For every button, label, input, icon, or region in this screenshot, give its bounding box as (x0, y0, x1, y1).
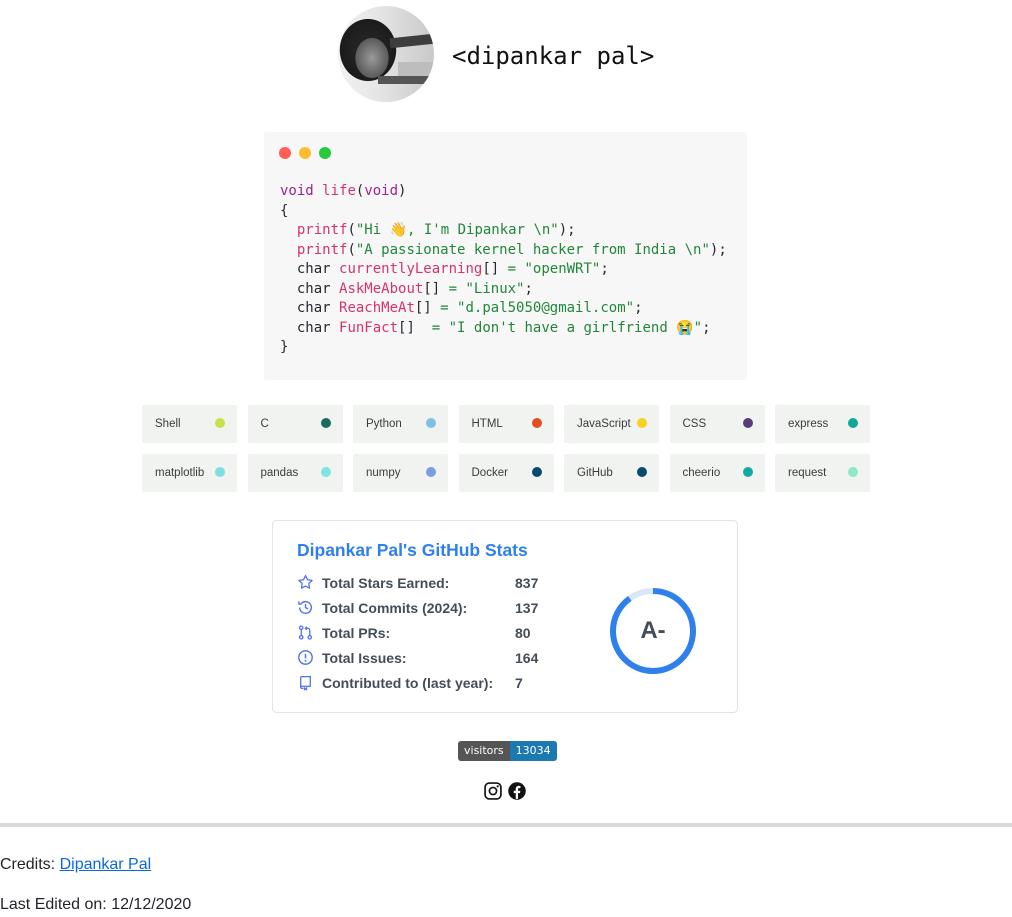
stat-row: Total Issues: 164 (297, 648, 577, 668)
color-dot-icon (531, 418, 542, 428)
code-window: void life(void) { printf("Hi 👋, I'm Dipa… (264, 132, 747, 380)
tech-label: GitHub (577, 467, 613, 479)
minimize-dot-icon (299, 147, 311, 159)
tech-label: C (260, 418, 269, 430)
tech-label: numpy (366, 467, 401, 479)
stat-row: Total Stars Earned: 837 (297, 573, 577, 593)
tech-chip-css: CSS (669, 405, 765, 443)
color-dot-icon (637, 418, 647, 428)
color-dot-icon (848, 467, 858, 477)
social-links (483, 780, 527, 802)
tech-label: request (788, 467, 827, 479)
tech-chip-cheerio: cheerio (669, 454, 765, 492)
tech-label: Python (366, 418, 402, 430)
tech-chip-numpy: numpy (353, 454, 448, 492)
color-dot-icon (531, 467, 542, 477)
tech-chip-javascript: JavaScript (564, 405, 659, 443)
color-dot-icon (637, 467, 647, 477)
github-stats-card: Dipankar Pal's GitHub Stats Total Stars … (272, 520, 738, 713)
visitors-badge[interactable]: visitors 13034 (458, 741, 557, 761)
tech-label: pandas (260, 467, 299, 479)
tech-chip-pandas: pandas (247, 454, 343, 492)
stats-title: Dipankar Pal's GitHub Stats (297, 540, 528, 560)
tech-chip-request: request (775, 454, 870, 492)
color-dot-icon (426, 467, 436, 477)
window-controls (279, 146, 339, 164)
badge-count: 13034 (509, 741, 557, 761)
tech-label: Shell (155, 418, 181, 430)
stat-value: 7 (515, 675, 523, 691)
page-title: <dipankar pal> (452, 42, 655, 70)
tech-label: matplotlib (155, 467, 205, 479)
divider (0, 823, 1012, 827)
tech-chip-docker: Docker (458, 454, 554, 492)
stat-label: Total Stars Earned: (322, 575, 450, 591)
repo-icon (297, 674, 314, 691)
color-dot-icon (848, 418, 858, 428)
tech-label: JavaScript (577, 418, 631, 430)
profile-header: <dipankar pal> (338, 6, 758, 102)
stat-row: Contributed to (last year): 7 (297, 673, 577, 693)
stat-value: 164 (515, 650, 539, 666)
stat-label: Total Issues: (322, 650, 407, 666)
tech-chip-express: express (775, 405, 870, 443)
stat-value: 837 (515, 575, 539, 591)
color-dot-icon (742, 418, 753, 428)
tech-chip-shell: Shell (142, 405, 237, 443)
pull-request-icon (297, 624, 314, 641)
avatar (338, 6, 434, 102)
last-edited: Last Edited on: 12/12/2020 (0, 896, 192, 913)
tech-label: express (788, 418, 829, 430)
issue-icon (297, 649, 314, 666)
facebook-icon[interactable] (507, 780, 527, 802)
stat-row: Total PRs: 80 (297, 623, 577, 643)
stat-label: Total PRs: (322, 625, 391, 641)
tech-chip-python: Python (353, 405, 448, 443)
tech-chip-html: HTML (458, 405, 554, 443)
grade-label: A- (640, 617, 666, 644)
badge-label: visitors (458, 741, 510, 761)
color-dot-icon (215, 467, 225, 477)
color-dot-icon (320, 418, 331, 428)
tech-label: HTML (471, 418, 503, 430)
instagram-icon[interactable] (483, 780, 503, 802)
close-dot-icon (279, 147, 291, 159)
stat-value: 80 (515, 625, 531, 641)
stat-row: Total Commits (2024): 137 (297, 598, 577, 618)
maximize-dot-icon (319, 147, 331, 159)
star-icon (297, 574, 314, 591)
tech-label: Docker (471, 467, 508, 479)
code-block: void life(void) { printf("Hi 👋, I'm Dipa… (280, 183, 727, 355)
tech-label: cheerio (682, 467, 721, 479)
tech-chip-c: C (247, 405, 343, 443)
credits-line: Credits: Dipankar Pal (0, 856, 151, 874)
color-dot-icon (320, 467, 331, 477)
stat-label: Total Commits (2024): (322, 600, 468, 616)
tech-label: CSS (682, 418, 707, 430)
tech-chip-matplotlib: matplotlib (142, 454, 237, 492)
history-icon (297, 599, 314, 616)
stat-value: 137 (515, 600, 539, 616)
credits-link[interactable]: Dipankar Pal (60, 856, 152, 873)
color-dot-icon (742, 467, 753, 477)
color-dot-icon (215, 418, 225, 428)
tech-chip-github: GitHub (564, 454, 659, 492)
stat-label: Contributed to (last year): (322, 675, 494, 691)
credits-prefix: Credits: (0, 856, 56, 873)
color-dot-icon (426, 418, 436, 428)
